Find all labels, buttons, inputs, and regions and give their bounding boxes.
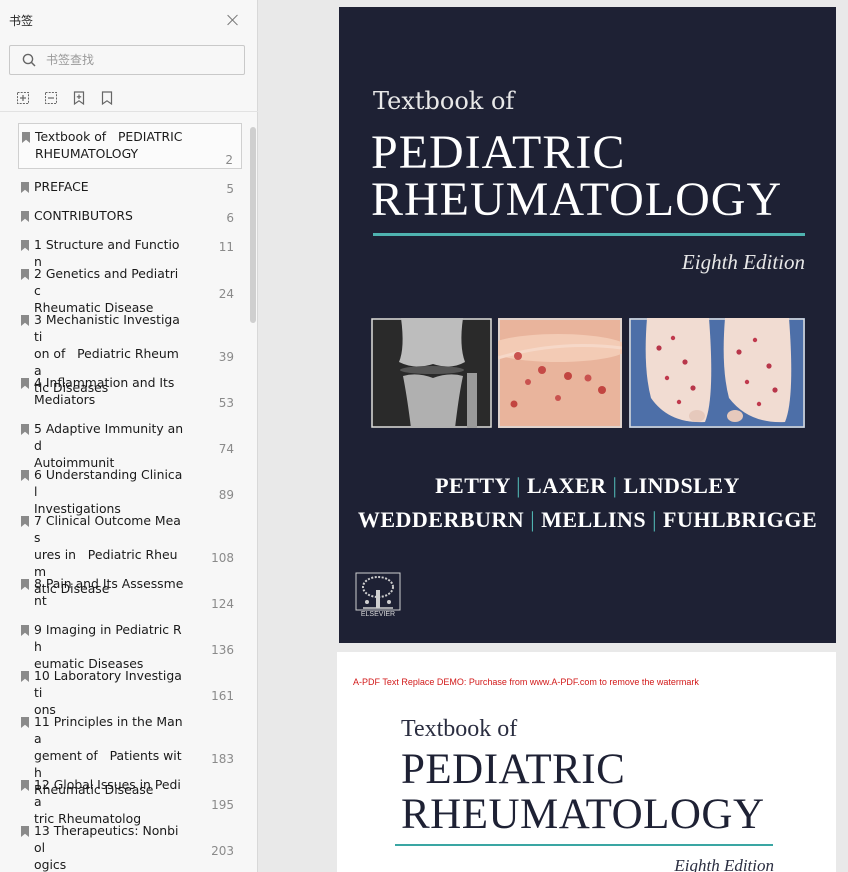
cover-authors-line1: PETTY | LAXER | LINDSLEY <box>339 473 836 499</box>
bookmark-item[interactable]: Textbook of PEDIATRIC RHEUMATOLOGY 2 <box>18 123 242 169</box>
bookmark-page-number: 5 <box>226 182 234 196</box>
page2-edition: Eighth Edition <box>674 856 774 872</box>
author-name: FUHLBRIGGE <box>663 507 818 532</box>
bookmark-page-number: 136 <box>211 643 234 657</box>
sidebar-header: 书签 <box>0 0 258 40</box>
bookmark-icon <box>21 315 29 326</box>
bookmark-icon <box>21 470 29 481</box>
bookmark-page-number: 39 <box>218 350 234 364</box>
skin-rash-photo <box>498 318 622 428</box>
bookmark-label: 4 Inflammation and Its Mediators <box>34 375 175 407</box>
bookmark-icon <box>21 211 29 222</box>
cover-accent-rule <box>373 233 805 236</box>
author-name: LINDSLEY <box>623 473 740 498</box>
bookmark-label: 8 Pain and Its Assessme nt <box>34 576 184 608</box>
bookmark-page-number: 124 <box>211 597 234 611</box>
publisher-name: ELSEVIER <box>360 611 396 618</box>
cover-page: Textbook of PEDIATRIC RHEUMATOLOGY Eight… <box>339 7 836 643</box>
cover-textbook-of: Textbook of <box>373 87 515 115</box>
bookmark-page-number: 53 <box>218 396 234 410</box>
demo-watermark: A-PDF Text Replace DEMO: Purchase from w… <box>353 677 699 687</box>
bookmark-icon <box>22 132 30 143</box>
bookmark-page-number: 24 <box>218 287 234 301</box>
bookmark-icon <box>21 240 29 251</box>
bookmark-icon <box>21 424 29 435</box>
bookmark-item[interactable]: 2 Genetics and Pediatric Rheumatic Disea… <box>18 261 242 315</box>
bookmark-item[interactable]: CONTRIBUTORS 6 <box>18 203 242 228</box>
bookmark-icon <box>21 671 29 682</box>
bookmark-item[interactable]: 7 Clinical Outcome Meas ures in Pediatri… <box>18 508 242 596</box>
bookmark-toolbar <box>0 86 258 112</box>
bookmark-icon <box>21 826 29 837</box>
bookmark-list: Textbook of PEDIATRIC RHEUMATOLOGY 2 PRE… <box>0 113 247 872</box>
bookmark-icon <box>21 378 29 389</box>
bookmark-page-number: 2 <box>225 153 233 167</box>
author-name: PETTY <box>435 473 511 498</box>
sidebar-title: 书签 <box>9 14 34 28</box>
bookmark-icon <box>21 269 29 280</box>
bookmark-label: CONTRIBUTORS <box>34 208 133 223</box>
bookmark-page-number: 11 <box>218 240 234 254</box>
bookmark-search-input[interactable] <box>46 50 236 70</box>
bookmark-page-number: 6 <box>226 211 234 225</box>
bookmark-sidebar: 书签 Textbook of PEDIATR <box>0 0 258 872</box>
bookmark-label: 13 Therapeutics: Nonbiol ogics <box>34 823 179 872</box>
bookmark-icon <box>21 717 29 728</box>
bookmark-item[interactable]: 12 Global Issues in Pedia tric Rheumatol… <box>18 772 242 826</box>
author-name: MELLINS <box>541 507 647 532</box>
bookmark-item[interactable]: 5 Adaptive Immunity and Autoimmunit 74 <box>18 416 242 470</box>
expand-all-icon[interactable] <box>15 90 31 106</box>
search-icon <box>22 53 36 67</box>
bookmark-label: Textbook of PEDIATRIC RHEUMATOLOGY <box>35 129 183 161</box>
document-view[interactable]: Textbook of PEDIATRIC RHEUMATOLOGY Eight… <box>259 0 848 872</box>
bookmark-page-number: 108 <box>211 551 234 565</box>
bookmark-page-number: 183 <box>211 752 234 766</box>
bookmark-page-number: 161 <box>211 689 234 703</box>
author-name: LAXER <box>527 473 607 498</box>
author-separator: | <box>612 473 618 498</box>
close-icon[interactable] <box>226 13 240 27</box>
bookmark-label: PREFACE <box>34 179 89 194</box>
bookmark-page-number: 203 <box>211 844 234 858</box>
cover-title-line2: RHEUMATOLOGY <box>371 173 783 226</box>
bookmark-item[interactable]: 10 Laboratory Investigati ons 161 <box>18 663 242 717</box>
bookmark-item[interactable]: 9 Imaging in Pediatric Rh eumatic Diseas… <box>18 617 242 671</box>
author-separator: | <box>652 507 657 532</box>
bookmark-page-number: 74 <box>218 442 234 456</box>
bookmark-item[interactable]: 8 Pain and Its Assessme nt 124 <box>18 571 242 613</box>
scrollbar-thumb[interactable] <box>250 127 256 323</box>
title-page: A-PDF Text Replace DEMO: Purchase from w… <box>337 652 836 872</box>
author-name: WEDDERBURN <box>357 507 525 532</box>
cover-edition: Eighth Edition <box>681 250 805 274</box>
bookmark-outline-icon[interactable] <box>99 90 115 106</box>
bookmark-item[interactable]: PREFACE 5 <box>18 174 242 199</box>
cover-authors-line2: WEDDERBURN | MELLINS | FUHLBRIGGE <box>339 507 836 533</box>
feet-purpura-photo <box>629 318 805 428</box>
bookmark-icon <box>21 625 29 636</box>
author-separator: | <box>530 507 536 532</box>
bookmark-item[interactable]: 13 Therapeutics: Nonbiol ogics 203 <box>18 818 242 872</box>
bookmark-icon <box>21 579 29 590</box>
page2-accent-rule <box>395 844 773 846</box>
page2-title-line1: PEDIATRIC <box>401 746 626 793</box>
add-bookmark-icon[interactable] <box>71 90 87 106</box>
bookmark-scrollbar[interactable] <box>247 113 258 872</box>
bookmark-icon <box>21 516 29 527</box>
bookmark-item[interactable]: 3 Mechanistic Investigati on of Pediatri… <box>18 307 242 395</box>
bookmark-item[interactable]: 4 Inflammation and Its Mediators 53 <box>18 370 242 412</box>
bookmark-icon <box>21 780 29 791</box>
bookmark-icon <box>21 182 29 193</box>
bookmark-item[interactable]: 6 Understanding Clinical Investigations … <box>18 462 242 516</box>
xray-knee-photo <box>371 318 492 428</box>
page2-textbook-of: Textbook of <box>401 716 518 742</box>
page2-title-line2: RHEUMATOLOGY <box>401 791 765 838</box>
bookmark-item[interactable]: 11 Principles in the Mana gement of Pati… <box>18 709 242 797</box>
bookmark-item[interactable]: 1 Structure and Function 11 <box>18 232 242 269</box>
author-separator: | <box>516 473 522 498</box>
bookmark-page-number: 195 <box>211 798 234 812</box>
collapse-all-icon[interactable] <box>43 90 59 106</box>
bookmark-search-box <box>9 45 245 75</box>
bookmark-page-number: 89 <box>218 488 234 502</box>
